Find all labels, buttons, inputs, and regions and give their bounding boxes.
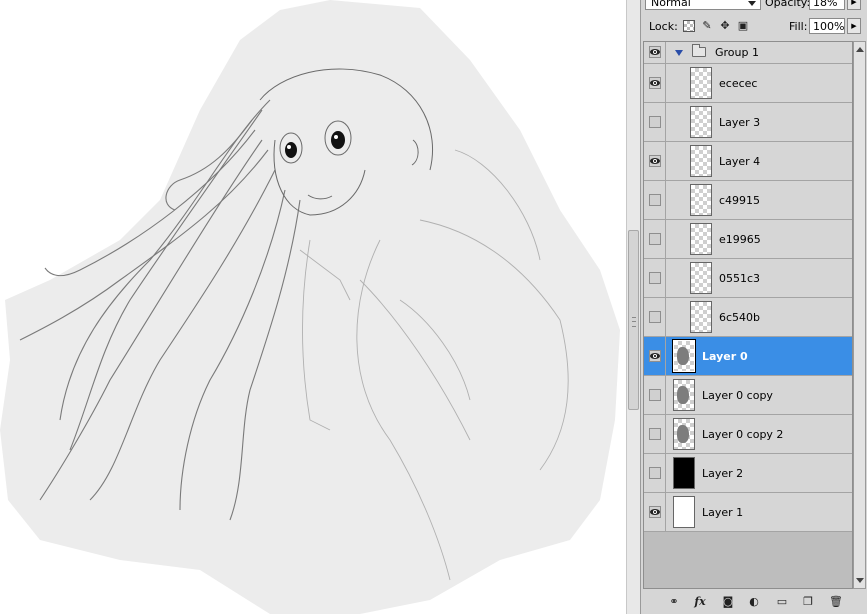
eye-icon [650, 80, 660, 86]
layer-name: c49915 [719, 194, 761, 207]
layer-thumbnail[interactable] [690, 145, 712, 177]
layer-row[interactable]: Layer 2 [644, 454, 852, 493]
opacity-label: Opacity: [765, 0, 811, 9]
scroll-down-arrow-icon[interactable] [856, 578, 864, 583]
layer-row[interactable]: 0551c3 [644, 259, 852, 298]
layer-thumbnail[interactable] [690, 262, 712, 294]
layer-row[interactable]: Layer 1 [644, 493, 852, 532]
layer-row[interactable]: Layer 0 copy [644, 376, 852, 415]
layer-thumbnail[interactable] [690, 223, 712, 255]
thumbnail-sketch [677, 425, 689, 443]
layer-name: Layer 3 [719, 116, 761, 129]
layer-row[interactable]: Layer 3 [644, 103, 852, 142]
visibility-toggle[interactable] [649, 46, 661, 58]
layer-thumbnail[interactable] [690, 67, 712, 99]
visibility-toggle[interactable] [649, 155, 661, 167]
layers-bottom-toolbar: ⚭ fx ◙ ◐ ▭ ❐ 🗑 [641, 591, 867, 614]
visibility-toggle[interactable] [649, 350, 661, 362]
layer-row[interactable]: e19965 [644, 220, 852, 259]
layer-name: ececec [719, 77, 758, 90]
fill-slider-button[interactable]: ▶ [847, 18, 861, 34]
layer-thumbnail[interactable] [673, 379, 695, 411]
visibility-toggle[interactable] [649, 272, 661, 284]
eye-icon [650, 353, 660, 359]
layer-name: Layer 2 [702, 467, 744, 480]
canvas-vertical-scrollbar[interactable] [626, 0, 640, 614]
layer-name: Layer 0 [702, 350, 748, 363]
layer-thumbnail[interactable] [673, 496, 695, 528]
visibility-toggle[interactable] [649, 116, 661, 128]
layer-name: 6c540b [719, 311, 761, 324]
eye-icon [650, 509, 660, 515]
lock-row: Lock: ✎ ✥ ▣ Fill: 100% ▶ [641, 17, 867, 37]
layer-row[interactable]: c49915 [644, 181, 852, 220]
mask-icon[interactable]: ◙ [721, 595, 735, 609]
fill-input[interactable]: 100% [809, 18, 845, 34]
layer-row-group[interactable]: Group 1 [644, 42, 852, 64]
visibility-toggle[interactable] [649, 311, 661, 323]
lock-image-brush-icon[interactable]: ✎ [701, 20, 713, 32]
scroll-grip-icon [632, 317, 636, 327]
layer-row[interactable]: Layer 4 [644, 142, 852, 181]
sketch-artwork [0, 0, 620, 614]
layer-name: Layer 0 copy [702, 389, 773, 402]
adjustment-icon[interactable]: ◐ [747, 595, 761, 609]
fill-label: Fill: [789, 20, 808, 33]
layer-name: Layer 4 [719, 155, 761, 168]
lock-label: Lock: [649, 20, 678, 33]
new-layer-icon[interactable]: ❐ [801, 595, 815, 609]
visibility-toggle[interactable] [649, 506, 661, 518]
layer-name: Layer 0 copy 2 [702, 428, 784, 441]
visibility-toggle[interactable] [649, 77, 661, 89]
link-layers-icon[interactable]: ⚭ [665, 595, 683, 609]
visibility-toggle[interactable] [649, 194, 661, 206]
layer-row[interactable]: ececec [644, 64, 852, 103]
expand-triangle-icon[interactable] [675, 50, 683, 56]
layers-list: Group 1 ececec Layer 3 Layer 4 c49915 e19965… [643, 41, 853, 589]
layer-thumbnail[interactable] [672, 339, 696, 373]
eye-icon [650, 49, 660, 55]
visibility-toggle[interactable] [649, 389, 661, 401]
lock-all-padlock-icon[interactable]: ▣ [737, 20, 749, 32]
layer-thumbnail[interactable] [673, 418, 695, 450]
layer-thumbnail[interactable] [690, 184, 712, 216]
new-group-icon[interactable]: ▭ [775, 595, 789, 609]
blend-mode-select[interactable]: Normal [645, 0, 761, 10]
layer-name: e19965 [719, 233, 761, 246]
scroll-up-arrow-icon[interactable] [856, 47, 864, 52]
layer-name: Layer 1 [702, 506, 744, 519]
layers-scrollbar[interactable] [853, 41, 866, 589]
layers-panel: Normal Opacity: 18% ▶ Lock: ✎ ✥ ▣ Fill: … [640, 0, 867, 614]
visibility-toggle[interactable] [649, 467, 661, 479]
eye-icon [650, 158, 660, 164]
thumbnail-sketch [677, 386, 689, 404]
layer-row[interactable]: Layer 0 copy 2 [644, 415, 852, 454]
lock-position-move-icon[interactable]: ✥ [719, 20, 731, 32]
opacity-input[interactable]: 18% [809, 0, 845, 10]
document-canvas[interactable] [0, 0, 626, 614]
visibility-toggle[interactable] [649, 233, 661, 245]
layer-row[interactable]: Layer 0 [644, 337, 852, 376]
visibility-toggle[interactable] [649, 428, 661, 440]
layer-name: Group 1 [715, 46, 759, 59]
chevron-down-icon [748, 1, 756, 6]
lock-transparent-icon[interactable] [683, 20, 695, 32]
opacity-slider-button[interactable]: ▶ [847, 0, 861, 10]
layer-name: 0551c3 [719, 272, 761, 285]
blend-mode-value: Normal [651, 0, 691, 9]
layer-thumbnail[interactable] [690, 301, 712, 333]
scroll-thumb[interactable] [628, 230, 639, 410]
thumbnail-sketch [677, 347, 689, 365]
folder-icon [692, 44, 706, 57]
blend-opacity-row: Normal Opacity: 18% ▶ [641, 0, 867, 12]
layer-thumbnail[interactable] [673, 457, 695, 489]
layer-row[interactable]: 6c540b [644, 298, 852, 337]
trash-icon[interactable]: 🗑 [829, 595, 843, 609]
fx-icon[interactable]: fx [691, 595, 709, 609]
layer-thumbnail[interactable] [690, 106, 712, 138]
